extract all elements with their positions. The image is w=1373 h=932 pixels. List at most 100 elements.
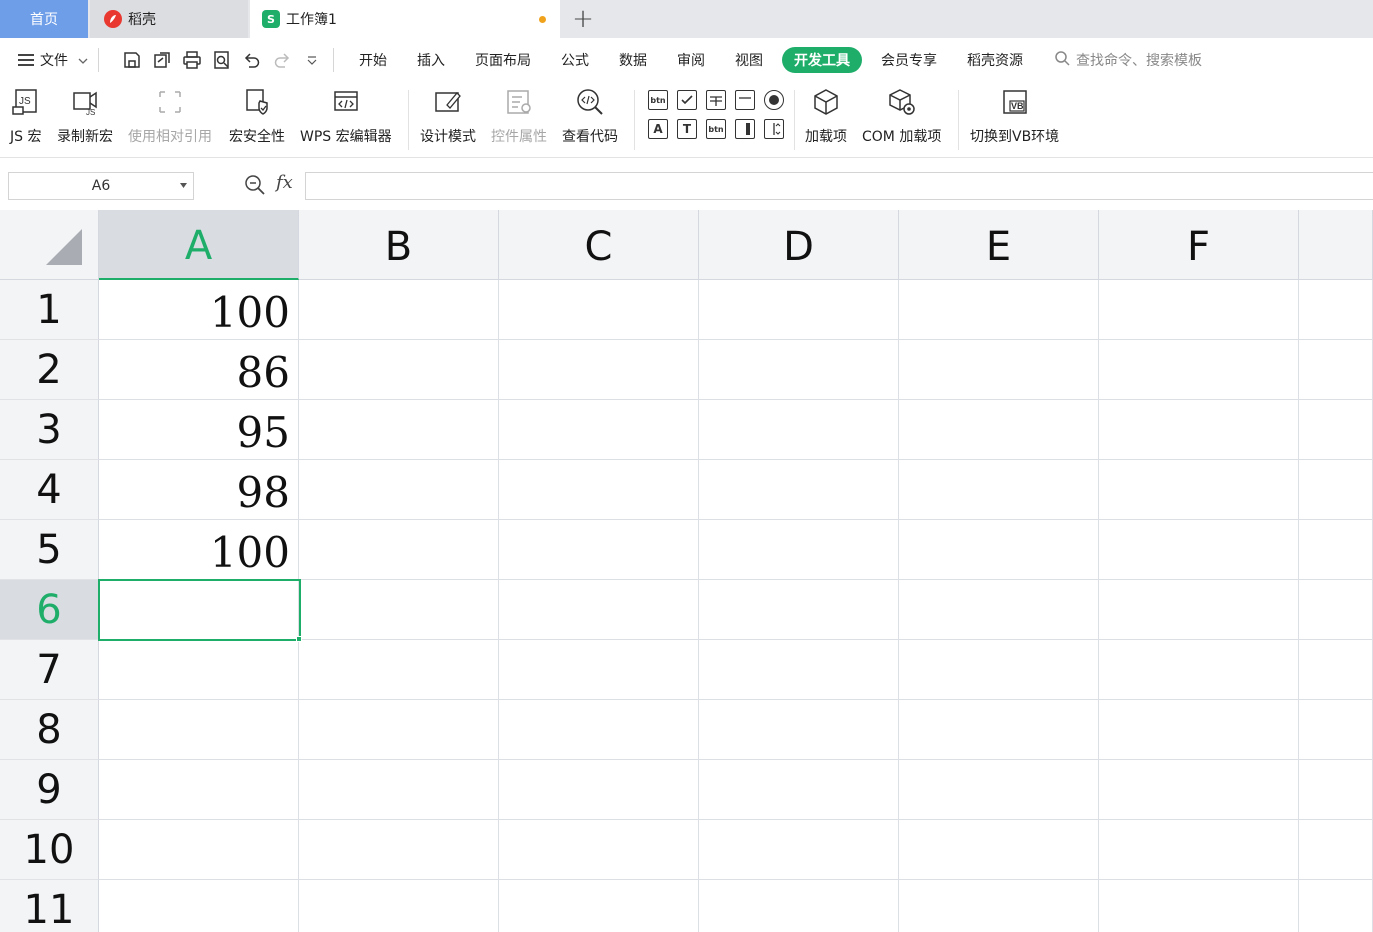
row-header-10[interactable]: 10 (0, 820, 99, 880)
cell-b9[interactable] (299, 760, 499, 820)
cell-a5[interactable]: 100 (99, 520, 299, 580)
cell-e8[interactable] (899, 700, 1099, 760)
cell-overflow11[interactable] (1299, 880, 1373, 932)
fx-icon[interactable]: fx (276, 172, 293, 193)
addins-button[interactable]: 加载项 (805, 86, 847, 146)
cell-c11[interactable] (499, 880, 699, 932)
cell-overflow8[interactable] (1299, 700, 1373, 760)
cell-a10[interactable] (99, 820, 299, 880)
cell-f2[interactable] (1099, 340, 1299, 400)
cell-b11[interactable] (299, 880, 499, 932)
cell-e4[interactable] (899, 460, 1099, 520)
cell-c9[interactable] (499, 760, 699, 820)
cell-b1[interactable] (299, 280, 499, 340)
menu-developer[interactable]: 开发工具 (782, 47, 862, 73)
undo-icon[interactable] (241, 49, 263, 71)
cell-e2[interactable] (899, 340, 1099, 400)
scrollbar-control-icon[interactable] (735, 119, 755, 139)
relative-reference-button[interactable]: 使用相对引用 (128, 86, 212, 146)
cell-d9[interactable] (699, 760, 899, 820)
menu-review[interactable]: 审阅 (662, 47, 720, 73)
column-header-c[interactable]: C (499, 210, 699, 280)
cell-overflow1[interactable] (1299, 280, 1373, 340)
zoom-formula-icon[interactable] (244, 174, 266, 200)
control-properties-button[interactable]: 控件属性 (491, 86, 547, 146)
listbox-control-icon[interactable] (706, 90, 726, 110)
spin-button-control-icon[interactable] (764, 119, 784, 139)
cell-d2[interactable] (699, 340, 899, 400)
wps-macro-editor-button[interactable]: WPS 宏编辑器 (300, 86, 392, 146)
cell-overflow6[interactable] (1299, 580, 1373, 640)
menu-member[interactable]: 会员专享 (866, 47, 952, 73)
cell-c10[interactable] (499, 820, 699, 880)
cell-overflow10[interactable] (1299, 820, 1373, 880)
cell-overflow7[interactable] (1299, 640, 1373, 700)
row-header-8[interactable]: 8 (0, 700, 99, 760)
cell-e9[interactable] (899, 760, 1099, 820)
cell-f6[interactable] (1099, 580, 1299, 640)
export-icon[interactable] (151, 49, 173, 71)
file-menu-button[interactable]: 文件 (18, 50, 88, 70)
cell-b8[interactable] (299, 700, 499, 760)
cell-e11[interactable] (899, 880, 1099, 932)
cell-overflow9[interactable] (1299, 760, 1373, 820)
cell-f7[interactable] (1099, 640, 1299, 700)
cell-e3[interactable] (899, 400, 1099, 460)
cell-d10[interactable] (699, 820, 899, 880)
view-code-button[interactable]: 查看代码 (562, 86, 618, 146)
menu-insert[interactable]: 插入 (402, 47, 460, 73)
cell-b2[interactable] (299, 340, 499, 400)
record-macro-button[interactable]: JS 录制新宏 (57, 86, 113, 146)
cell-e5[interactable] (899, 520, 1099, 580)
cell-c3[interactable] (499, 400, 699, 460)
switch-vb-button[interactable]: VB 切换到VB环境 (970, 86, 1059, 146)
row-header-2[interactable]: 2 (0, 340, 99, 400)
label-control-icon[interactable]: A (648, 119, 668, 139)
cell-f11[interactable] (1099, 880, 1299, 932)
cell-c1[interactable] (499, 280, 699, 340)
cell-d6[interactable] (699, 580, 899, 640)
cell-d4[interactable] (699, 460, 899, 520)
toggle-button-control-icon[interactable]: btn (706, 119, 726, 139)
checkbox-control-icon[interactable] (677, 90, 697, 110)
cell-a7[interactable] (99, 640, 299, 700)
tab-daoke[interactable]: 稻壳 (90, 0, 248, 38)
combobox-control-icon[interactable] (735, 90, 755, 110)
cell-f4[interactable] (1099, 460, 1299, 520)
column-header-overflow[interactable] (1299, 210, 1373, 280)
option-button-control-icon[interactable] (764, 90, 784, 110)
row-header-9[interactable]: 9 (0, 760, 99, 820)
cell-a8[interactable] (99, 700, 299, 760)
design-mode-button[interactable]: 设计模式 (420, 86, 476, 146)
cell-c4[interactable] (499, 460, 699, 520)
cell-f9[interactable] (1099, 760, 1299, 820)
customize-toolbar-icon[interactable] (301, 49, 323, 71)
menu-formulas[interactable]: 公式 (546, 47, 604, 73)
cell-e6[interactable] (899, 580, 1099, 640)
menu-daoke-resources[interactable]: 稻壳资源 (952, 47, 1038, 73)
cell-e10[interactable] (899, 820, 1099, 880)
name-box[interactable]: A6 (8, 172, 194, 200)
tab-home[interactable]: 首页 (0, 0, 88, 38)
cell-e7[interactable] (899, 640, 1099, 700)
row-header-3[interactable]: 3 (0, 400, 99, 460)
fill-handle[interactable] (296, 636, 302, 642)
tab-workbook[interactable]: S 工作簿1 (250, 0, 560, 38)
print-icon[interactable] (181, 49, 203, 71)
menu-data[interactable]: 数据 (604, 47, 662, 73)
cell-b5[interactable] (299, 520, 499, 580)
select-all-corner[interactable] (0, 210, 99, 280)
redo-icon[interactable] (271, 49, 293, 71)
save-icon[interactable] (121, 49, 143, 71)
cell-a2[interactable]: 86 (99, 340, 299, 400)
column-header-b[interactable]: B (299, 210, 499, 280)
cell-b7[interactable] (299, 640, 499, 700)
cell-f5[interactable] (1099, 520, 1299, 580)
cell-a11[interactable] (99, 880, 299, 932)
cell-e1[interactable] (899, 280, 1099, 340)
cell-overflow3[interactable] (1299, 400, 1373, 460)
cell-c2[interactable] (499, 340, 699, 400)
cell-overflow4[interactable] (1299, 460, 1373, 520)
row-header-5[interactable]: 5 (0, 520, 99, 580)
row-header-4[interactable]: 4 (0, 460, 99, 520)
